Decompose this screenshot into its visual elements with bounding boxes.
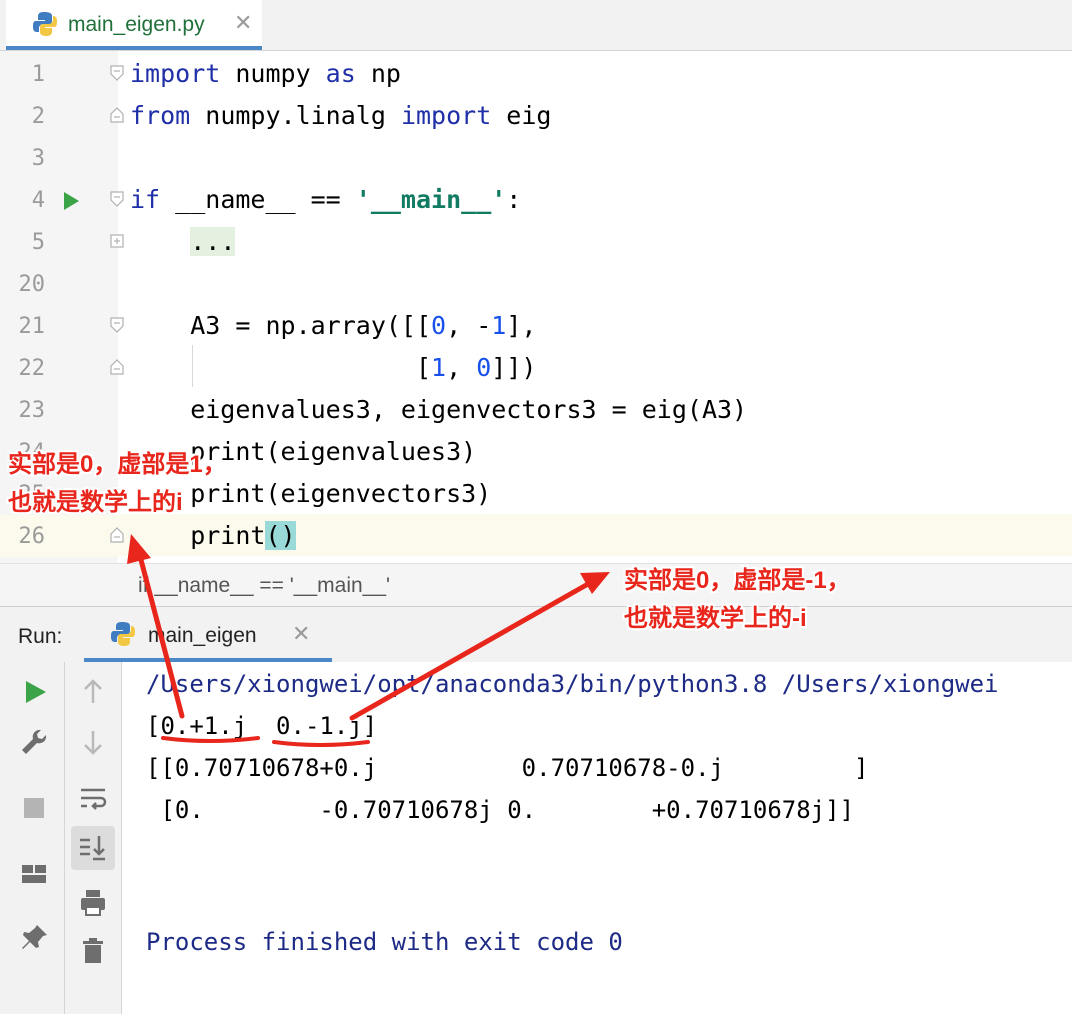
gutter-line[interactable]: 21 [0,305,124,347]
code-token: as [325,59,356,88]
python-file-icon [32,10,58,43]
gutter-line[interactable]: 2 [0,95,124,137]
close-icon[interactable]: ✕ [234,10,252,36]
run-toolbar-right [65,662,122,1014]
gutter-line[interactable]: 20 [0,263,118,305]
fold-marker-icon[interactable] [110,191,124,207]
code-token: 1 [431,353,447,382]
console-line: [[0.70710678+0.j 0.70710678-0.j ] [146,754,869,782]
fold-marker-icon[interactable] [110,233,124,249]
scroll-to-end-icon[interactable] [71,826,115,870]
code-token: eig [491,101,552,130]
run-tab-main-eigen[interactable]: main_eigen ✕ [84,607,332,662]
rerun-icon[interactable] [14,672,54,712]
line-number: 2 [31,104,45,129]
code-token: __name__ == [160,185,356,214]
line-number: 5 [31,230,45,255]
code-token: ]]) [491,353,537,382]
line-number: 22 [18,356,46,381]
code-line[interactable]: from numpy.linalg import eig [130,95,551,137]
console-output[interactable]: /Users/xiongwei/opt/anaconda3/bin/python… [122,662,1072,1014]
line-number: 21 [18,314,46,339]
soft-wrap-icon[interactable] [73,778,113,818]
fold-marker-icon[interactable] [110,107,124,123]
gutter-line[interactable]: 1 [0,53,124,95]
stop-icon[interactable] [14,788,54,828]
editor-tab-main-eigen[interactable]: main_eigen.py ✕ [6,0,262,50]
code-token: () [265,521,296,550]
code-line[interactable]: if __name__ == '__main__': [130,179,521,221]
code-token: , - [446,311,492,340]
layout-icon[interactable] [14,854,54,894]
fold-marker-icon[interactable] [110,65,124,81]
code-line[interactable]: ... [130,221,236,263]
gutter-line[interactable]: 22 [0,347,124,389]
editor-tab-bar: main_eigen.py ✕ [0,0,1072,51]
code-line[interactable]: eigenvalues3, eigenvectors3 = eig(A3) [130,389,747,431]
print-icon[interactable] [73,882,113,922]
code-line[interactable]: import numpy as np [130,53,401,95]
fold-marker-icon[interactable] [110,359,124,375]
breadcrumb[interactable]: if __name__ == '__main__' [0,563,1072,606]
run-panel-header: Run: main_eigen ✕ [0,606,1072,663]
editor-tab-label: main_eigen.py [68,13,205,36]
trash-icon[interactable] [73,930,113,970]
code-token: if [130,185,161,214]
line-number: 3 [31,146,45,171]
code-token: np [355,59,401,88]
line-number: 20 [18,272,46,297]
line-number: 4 [31,188,45,213]
code-token: : [506,185,522,214]
run-label: Run: [18,625,63,648]
gutter-line[interactable]: 4 [0,179,124,221]
code-token: ... [190,227,236,256]
code-token: [ [130,353,432,382]
code-token: numpy [220,59,326,88]
code-line[interactable]: A3 = np.array([[0, -1], [130,305,536,347]
console-line: /Users/xiongwei/opt/anaconda3/bin/python… [146,670,999,698]
code-token: 1 [491,311,507,340]
code-token: numpy.linalg [190,101,401,130]
run-toolbar-left [0,662,65,1014]
annotation-right: 实部是0，虚部是-1， 也就是数学上的-i [624,567,851,632]
run-tab-label: main_eigen [148,624,257,647]
code-token: A3 = np.array([[ [130,311,432,340]
code-token: '__main__' [355,185,507,214]
pin-icon[interactable] [14,918,54,958]
fold-marker-icon[interactable] [110,317,124,333]
code-token: import [130,59,221,88]
gutter-line[interactable]: 23 [0,389,118,431]
console-line: [0.+1.j 0.-1.j] [146,712,378,740]
code-token: 0 [431,311,447,340]
console-line: Process finished with exit code 0 [146,928,623,956]
code-token: from [130,101,191,130]
arrow-down-icon[interactable] [73,722,113,762]
close-icon[interactable]: ✕ [292,621,310,647]
code-token: , [446,353,477,382]
fold-marker-icon[interactable] [110,527,124,543]
code-token: eigenvalues3, eigenvectors3 = eig(A3) [130,395,748,424]
run-gutter-icon[interactable] [64,192,79,210]
breadcrumb-item[interactable]: if __name__ == '__main__' [138,574,390,598]
gutter-line[interactable]: 5 [0,221,124,263]
code-line[interactable]: [1, 0]]) [130,347,536,389]
arrow-up-icon[interactable] [73,672,113,712]
console-line: [0. -0.70710678j 0. +0.70710678j]] [146,796,855,824]
code-token: ], [506,311,537,340]
line-number: 23 [18,398,46,423]
line-number: 1 [31,62,45,87]
code-token: 0 [476,353,492,382]
code-token: import [400,101,492,130]
annotation-left: 实部是0，虚部是1， 也就是数学上的i [8,451,227,516]
line-number: 26 [18,524,46,549]
wrench-icon[interactable] [14,722,54,762]
python-file-icon [110,620,136,653]
gutter-line[interactable]: 3 [0,137,118,179]
code-token: print [130,521,266,550]
indent-guide [192,345,193,387]
